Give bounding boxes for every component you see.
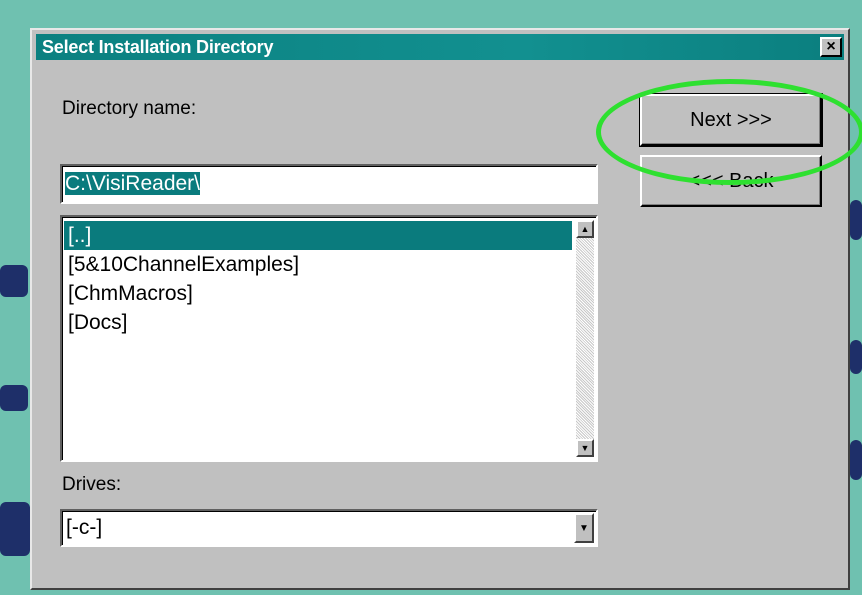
window-title: Select Installation Directory [42, 37, 274, 57]
folder-list-item-5-10-channel-examples[interactable]: [5&10ChannelExamples] [64, 250, 572, 279]
desktop-background-stroke [0, 385, 28, 411]
folder-list-item-parent[interactable]: [..] [64, 221, 572, 250]
directory-name-input[interactable]: C:\VisiReader\ [60, 164, 598, 204]
scroll-up-button[interactable]: ▲ [576, 220, 594, 238]
folder-list-item-docs[interactable]: [Docs] [64, 308, 572, 337]
install-directory-dialog: Select Installation Directory × Director… [30, 28, 862, 590]
folder-list-scrollbar[interactable]: ▲ ▼ [576, 220, 594, 457]
title-bar[interactable]: Select Installation Directory × [36, 34, 844, 60]
desktop-background-stroke [850, 340, 862, 374]
drives-dropdown-button[interactable]: ▼ [574, 513, 594, 543]
drives-select[interactable]: [-c-] ▼ [60, 509, 598, 547]
desktop-background-stroke [850, 440, 862, 480]
desktop-background-stroke [0, 265, 28, 297]
drives-label: Drives: [62, 474, 122, 495]
back-button[interactable]: <<< Back [640, 155, 822, 207]
folder-listbox[interactable]: [..] [5&10ChannelExamples] [ChmMacros] [… [60, 215, 598, 462]
next-button[interactable]: Next >>> [639, 93, 823, 147]
scroll-up-arrow-icon: ▲ [580, 223, 590, 234]
desktop-background-stroke [850, 200, 862, 240]
directory-name-value: C:\VisiReader\ [65, 172, 201, 195]
drives-select-value: [-c-] [66, 516, 103, 539]
folder-list-item-chm-macros[interactable]: [ChmMacros] [64, 279, 572, 308]
close-icon: × [826, 38, 836, 55]
directory-name-label: Directory name: [62, 98, 197, 119]
folder-list: [..] [5&10ChannelExamples] [ChmMacros] [… [64, 221, 572, 337]
close-button[interactable]: × [820, 37, 842, 57]
desktop-background-stroke [0, 502, 30, 556]
scroll-down-button[interactable]: ▼ [576, 439, 594, 457]
dropdown-arrow-icon: ▼ [579, 522, 589, 534]
scroll-down-arrow-icon: ▼ [580, 442, 590, 453]
